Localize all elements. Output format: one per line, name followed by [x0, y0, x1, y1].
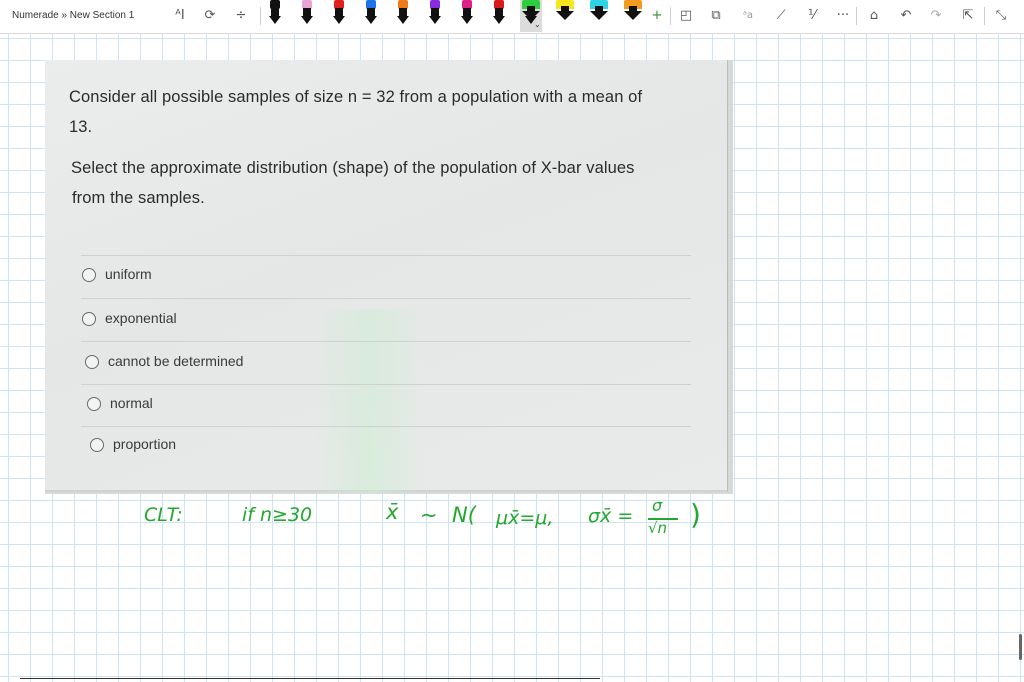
pen-blue-icon[interactable]: [364, 0, 378, 26]
option-label: normal: [110, 395, 153, 411]
handwritten-close-paren: ): [690, 498, 701, 531]
math-icon[interactable]: ⅟: [802, 6, 822, 26]
highlighter-yellow-icon[interactable]: [556, 0, 574, 26]
handwritten-xbar: x̄: [386, 500, 399, 524]
option-label: uniform: [105, 266, 152, 282]
pen-orange-icon[interactable]: [396, 0, 410, 26]
pen-black-icon[interactable]: [268, 0, 282, 26]
pen-purple-icon[interactable]: [428, 0, 442, 26]
highlighter-green-icon[interactable]: [522, 0, 540, 26]
radio-button[interactable]: [82, 268, 96, 282]
highlighter-orange-icon[interactable]: [624, 0, 642, 26]
toolbar-divider: [984, 7, 985, 25]
radio-button[interactable]: [85, 355, 99, 369]
option-label: proportion: [113, 436, 177, 452]
toolbar-divider: [670, 7, 671, 25]
option-divider: [81, 341, 691, 342]
question-line-3: Select the approximate distribution (sha…: [71, 159, 635, 177]
toolbar-divider: [260, 7, 261, 25]
option-label: cannot be determined: [108, 353, 244, 369]
handwritten-normal-open: N(: [452, 503, 476, 527]
handwritten-sigma-numerator: σ: [652, 496, 663, 515]
pen-pink-icon[interactable]: [300, 0, 314, 26]
radio-button[interactable]: [82, 312, 96, 326]
handwritten-sigma-denominator: √n: [648, 519, 668, 537]
redo-icon[interactable]: ↷: [926, 6, 946, 26]
ink-to-shape-icon[interactable]: ⧉: [706, 6, 726, 26]
option-divider: [81, 298, 691, 299]
handwritten-mu: μx̄=μ,: [496, 507, 554, 529]
insert-space-icon[interactable]: ÷: [231, 6, 251, 26]
lasso-select-icon[interactable]: ⟳: [200, 6, 220, 26]
fullscreen-icon[interactable]: ⤡: [991, 6, 1011, 26]
question-paper: Consider all possible samples of size n …: [45, 60, 728, 494]
question-line-4: from the samples.: [72, 189, 205, 207]
question-photo: Consider all possible samples of size n …: [45, 60, 733, 494]
toolbar-divider: [856, 7, 857, 25]
shapes-icon[interactable]: ◰: [676, 6, 696, 26]
pen-red2-icon[interactable]: [492, 0, 506, 26]
highlighter-cyan-icon[interactable]: [590, 0, 608, 26]
ribbon-toolbar: Numerade » New Section 1 ᴬI ⟳ ÷ + ◰ ⧉ ᵃa…: [0, 0, 1024, 34]
undo-icon[interactable]: ↶: [896, 6, 916, 26]
page-bottom-line: [20, 678, 600, 679]
pen-magenta-icon[interactable]: [460, 0, 474, 26]
radio-button[interactable]: [90, 438, 104, 452]
ruler-icon[interactable]: ⟋: [771, 6, 791, 26]
handwritten-condition: if n≥30: [242, 504, 313, 526]
ink-to-text-icon[interactable]: ᵃa: [738, 6, 758, 26]
text-select-icon[interactable]: ᴬI: [170, 6, 190, 26]
add-pen-icon[interactable]: +: [647, 6, 667, 26]
option-label: exponential: [105, 310, 177, 326]
handwritten-clt: CLT:: [144, 504, 183, 526]
breadcrumb[interactable]: Numerade » New Section 1: [12, 10, 134, 21]
pen-red-icon[interactable]: [332, 0, 346, 26]
radio-button[interactable]: [87, 397, 101, 411]
photo-glare: [315, 310, 425, 494]
option-divider: [81, 255, 691, 256]
option-divider: [81, 426, 691, 427]
handwritten-sigma: σx̄ =: [588, 505, 634, 527]
option-divider: [81, 384, 691, 385]
more-icon[interactable]: ···: [833, 6, 853, 26]
handwritten-tilde: ∼: [420, 503, 438, 527]
touch-draw-icon[interactable]: ⌂: [864, 6, 884, 26]
replay-icon[interactable]: ⇱: [958, 6, 978, 26]
vertical-scrollbar[interactable]: [1019, 634, 1022, 660]
question-line-2: 13.: [69, 118, 93, 136]
question-line-1: Consider all possible samples of size n …: [69, 88, 643, 106]
